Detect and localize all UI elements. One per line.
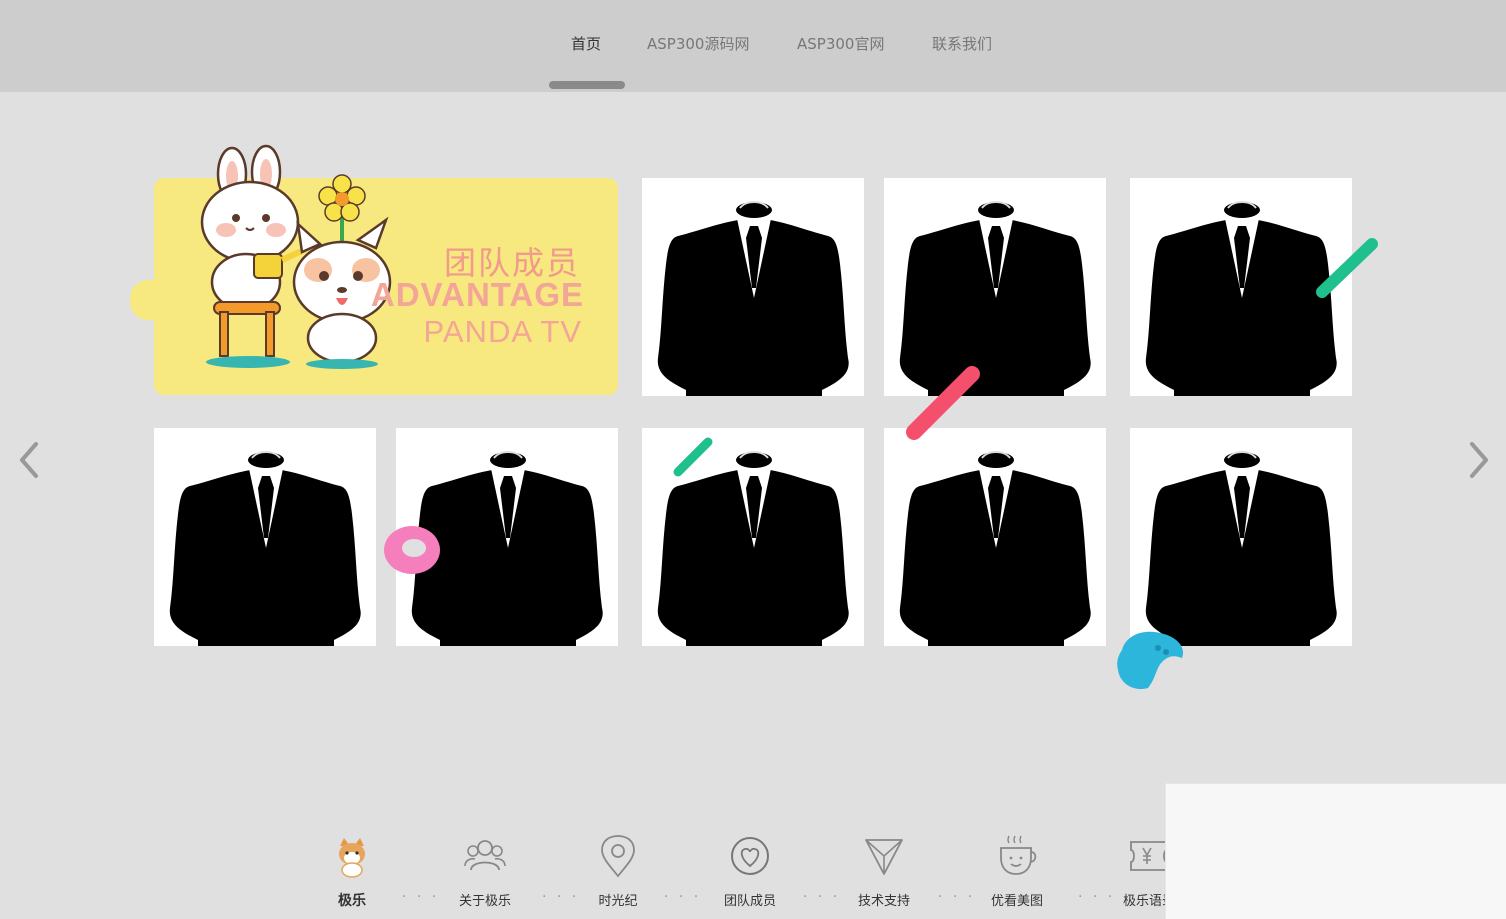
bottom-menu-label: 极乐 <box>338 893 366 909</box>
banner-subtitle-2: PANDA TV <box>423 314 582 349</box>
bottom-menu-label: 技术支持 <box>857 894 910 909</box>
member-card[interactable] <box>884 428 1106 646</box>
bottom-menu-item-support[interactable]: 技术支持 <box>839 834 929 912</box>
cartoon-rabbit-dog-illustration <box>200 144 392 369</box>
overlay-panel <box>1165 783 1506 919</box>
member-card[interactable] <box>154 428 376 646</box>
bottom-menu-item-about[interactable]: 关于极乐 <box>440 834 530 912</box>
users-icon <box>464 840 506 871</box>
bottom-menu-label: 团队成员 <box>723 894 776 909</box>
suit-silhouette-image <box>154 428 376 646</box>
bottom-menu-item-timeline[interactable]: 时光纪 <box>573 834 663 912</box>
member-card[interactable] <box>1130 178 1352 396</box>
coffee-cup-icon <box>1000 835 1037 875</box>
prev-arrow-icon[interactable] <box>14 438 44 482</box>
next-arrow-icon[interactable] <box>1464 438 1494 482</box>
member-card[interactable] <box>884 178 1106 396</box>
suit-silhouette-image <box>884 178 1106 396</box>
member-card[interactable] <box>1130 428 1352 646</box>
team-banner[interactable]: 团队成员 ADVANTAGE PANDA TV <box>130 144 618 395</box>
menu-separator-dots: · · · <box>402 889 440 905</box>
shiba-dog-icon <box>339 838 365 878</box>
banner-subtitle: ADVANTAGE <box>370 276 584 313</box>
paper-plane-icon <box>865 839 903 875</box>
member-card[interactable] <box>642 428 864 646</box>
bottom-menu-label: 时光纪 <box>598 894 638 909</box>
bottom-menu-item-team[interactable]: 团队成员 <box>705 834 795 912</box>
nav-item-contact-us[interactable]: 联系我们 <box>932 32 992 56</box>
top-navigation: 首页 ASP300源码网 ASP300官网 联系我们 <box>0 0 1506 92</box>
bottom-menu-item-jile[interactable]: 极乐 <box>307 834 397 912</box>
suit-silhouette-image <box>1130 428 1352 646</box>
menu-separator-dots: · · · <box>803 889 841 905</box>
member-card[interactable] <box>642 178 864 396</box>
bottom-menu-item-gallery[interactable]: 优看美图 <box>972 834 1062 912</box>
nav-item-asp300-source[interactable]: ASP300源码网 <box>647 32 749 56</box>
menu-separator-dots: · · · <box>664 889 702 905</box>
bottom-menu-label: 关于极乐 <box>458 894 511 909</box>
nav-item-asp300-official[interactable]: ASP300官网 <box>797 32 884 56</box>
suit-silhouette-image <box>396 428 618 646</box>
banner-tab <box>130 280 164 320</box>
suit-silhouette-image <box>1130 178 1352 396</box>
heart-circle-icon <box>731 837 769 875</box>
suit-silhouette-image <box>642 178 864 396</box>
suit-silhouette-image <box>884 428 1106 646</box>
nav-active-indicator <box>549 81 625 89</box>
menu-separator-dots: · · · <box>938 889 976 905</box>
nav-item-home[interactable]: 首页 <box>571 32 601 56</box>
location-pin-icon <box>601 835 635 878</box>
bottom-menu-label: 优看美图 <box>990 894 1043 909</box>
suit-silhouette-image <box>642 428 864 646</box>
member-card[interactable] <box>396 428 618 646</box>
